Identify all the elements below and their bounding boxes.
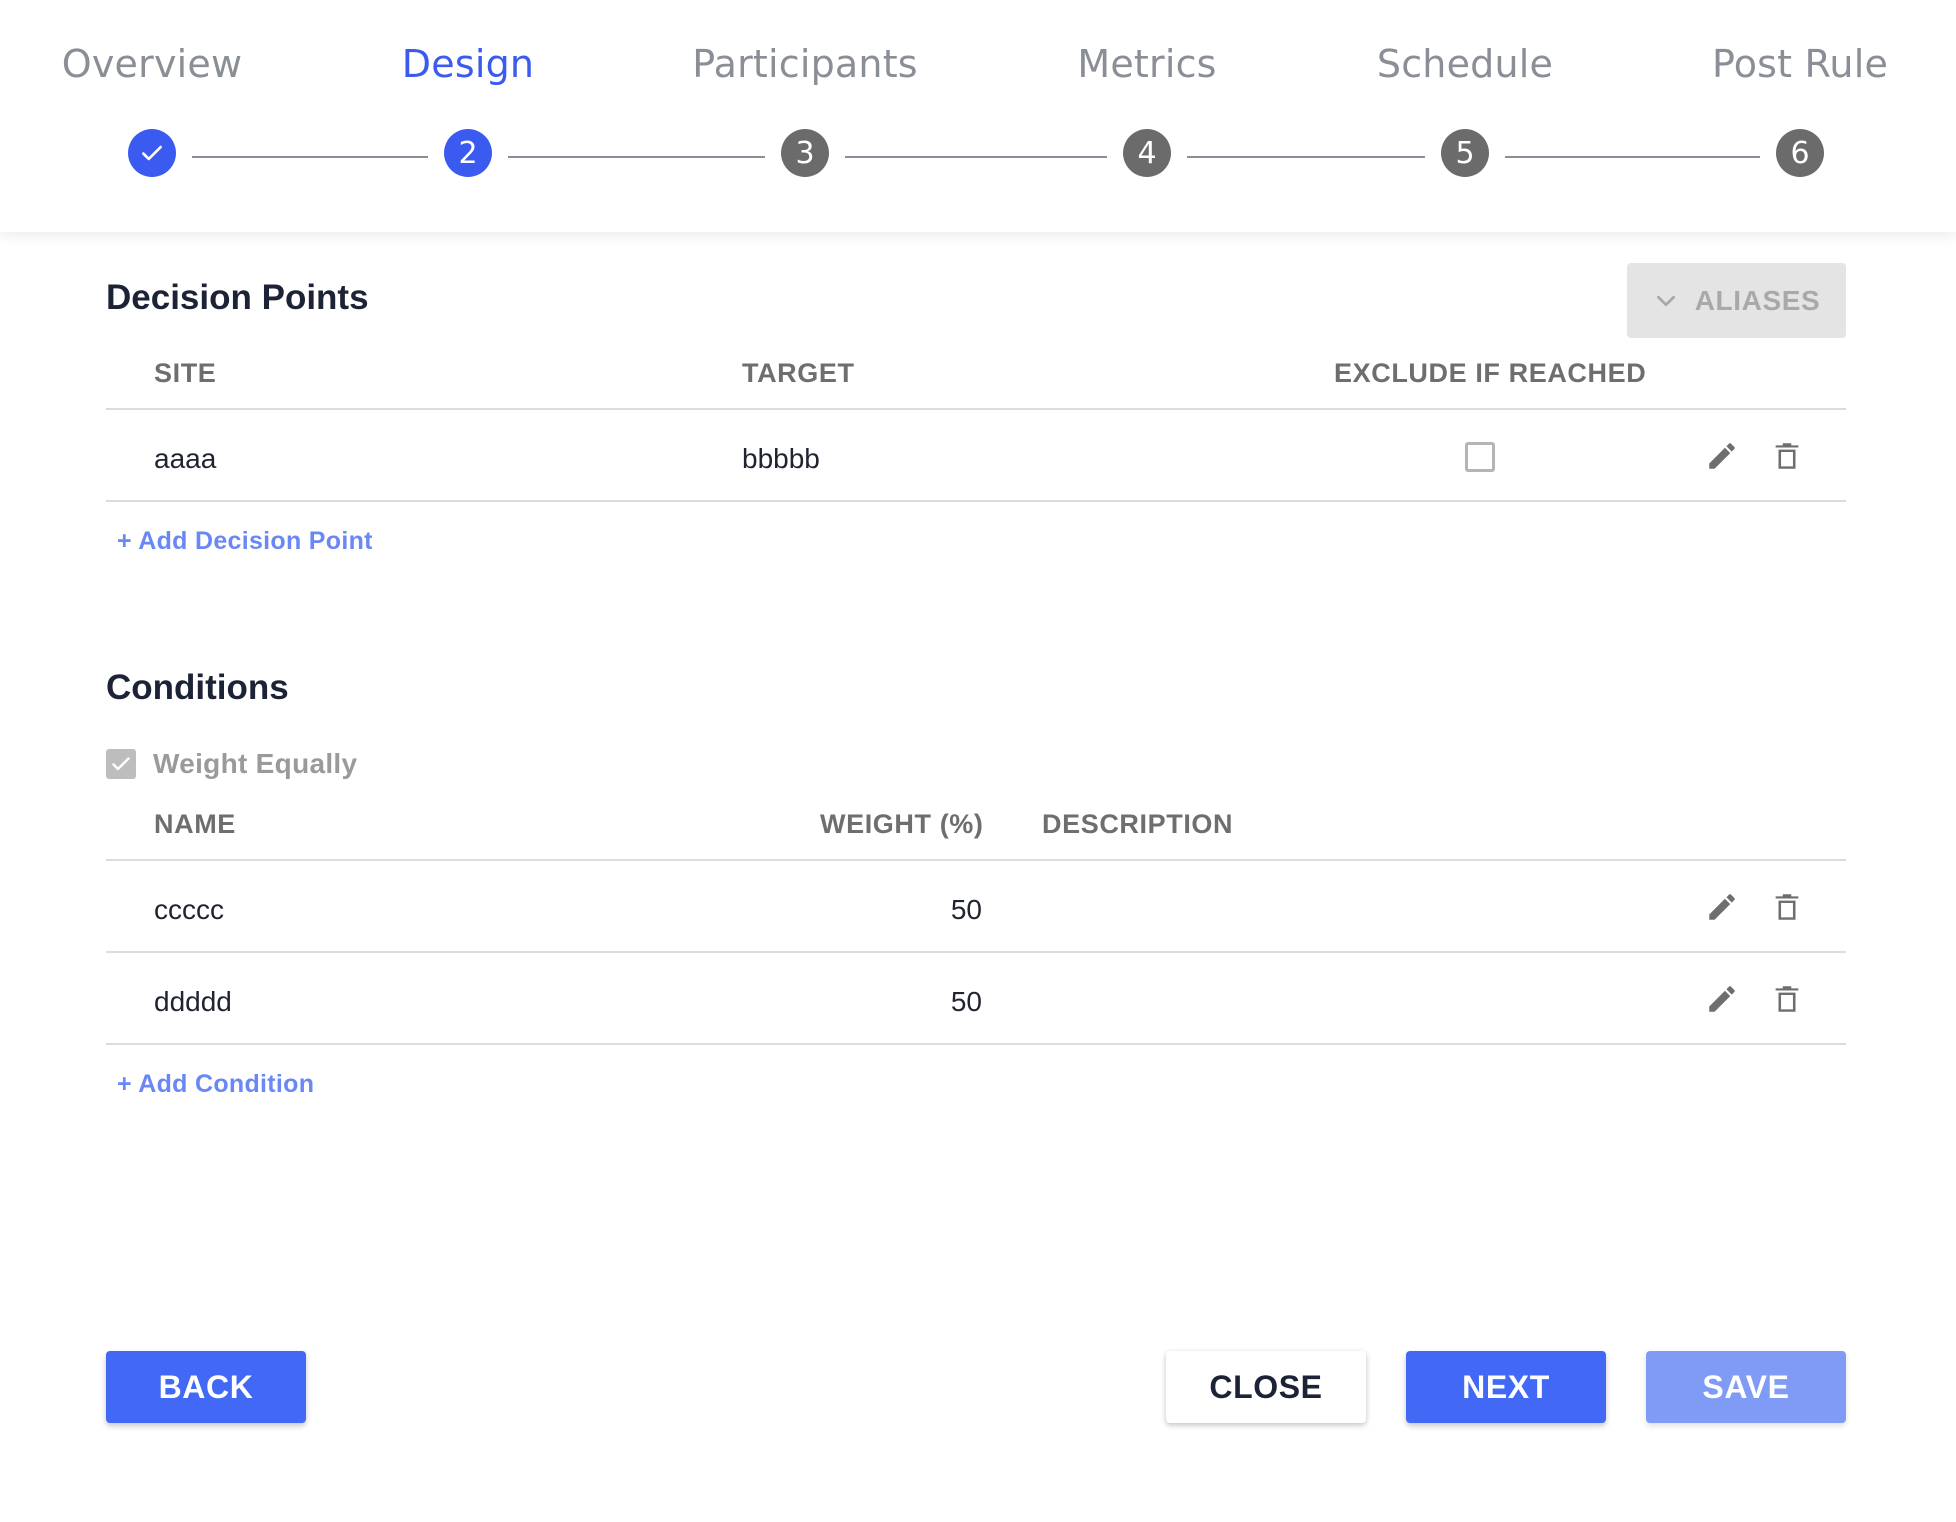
decision-points-title: Decision Points	[106, 278, 369, 317]
column-header-name: NAME	[154, 809, 236, 839]
edit-condition-button[interactable]	[1702, 887, 1742, 927]
chevron-down-icon	[1656, 295, 1675, 306]
table-divider	[106, 859, 1846, 861]
pencil-icon	[1709, 894, 1735, 920]
condition-weight: 50	[950, 986, 982, 1017]
exclude-if-reached-checkbox[interactable]	[1465, 442, 1495, 472]
step-circle-design[interactable]: 2	[444, 129, 492, 177]
close-button[interactable]: CLOSE	[1166, 1351, 1366, 1423]
add-condition-link[interactable]: + Add Condition	[117, 1070, 314, 1099]
step-connector	[1187, 156, 1425, 158]
table-divider	[106, 1043, 1846, 1045]
check-icon	[112, 757, 130, 771]
edit-decision-point-button[interactable]	[1702, 436, 1742, 476]
aliases-button[interactable]: ALIASES	[1627, 263, 1846, 338]
trash-icon	[1775, 986, 1799, 1012]
trash-icon	[1775, 894, 1799, 920]
step-connector	[1505, 156, 1760, 158]
step-label-schedule[interactable]: Schedule	[1377, 42, 1553, 86]
step-circle-overview[interactable]	[128, 129, 176, 177]
check-icon	[142, 145, 162, 161]
step-label-post-rule[interactable]: Post Rule	[1712, 42, 1888, 86]
step-label-design[interactable]: Design	[402, 42, 534, 86]
weight-equally-label: Weight Equally	[153, 748, 358, 779]
weight-equally-checkbox[interactable]	[106, 749, 136, 779]
column-header-description: DESCRIPTION	[1042, 809, 1234, 839]
save-button[interactable]: SAVE	[1646, 1351, 1846, 1423]
table-divider	[106, 408, 1846, 410]
step-circle-metrics[interactable]: 4	[1123, 129, 1171, 177]
step-circle-post-rule[interactable]: 6	[1776, 129, 1824, 177]
column-header-weight: WEIGHT (%)	[820, 809, 984, 839]
table-divider	[106, 500, 1846, 502]
next-button[interactable]: NEXT	[1406, 1351, 1606, 1423]
pencil-icon	[1709, 986, 1735, 1012]
step-circle-schedule[interactable]: 5	[1441, 129, 1489, 177]
column-header-site: SITE	[154, 358, 217, 388]
step-label-metrics[interactable]: Metrics	[1077, 42, 1216, 86]
trash-icon	[1775, 443, 1799, 469]
delete-condition-button[interactable]	[1767, 887, 1807, 927]
aliases-label: ALIASES	[1694, 284, 1821, 316]
stepper: Overview Design Participants Metrics Sch…	[0, 0, 1956, 232]
add-decision-point-link[interactable]: + Add Decision Point	[117, 527, 373, 556]
pencil-icon	[1709, 443, 1735, 469]
column-header-target: TARGET	[742, 358, 855, 388]
delete-decision-point-button[interactable]	[1767, 436, 1807, 476]
condition-weight: 50	[950, 894, 982, 925]
decision-point-target: bbbbb	[742, 443, 820, 474]
back-button[interactable]: BACK	[106, 1351, 306, 1423]
table-divider	[106, 951, 1846, 953]
delete-condition-button[interactable]	[1767, 979, 1807, 1019]
decision-point-site: aaaa	[154, 443, 217, 474]
edit-condition-button[interactable]	[1702, 979, 1742, 1019]
conditions-title: Conditions	[106, 668, 289, 707]
step-connector	[508, 156, 765, 158]
step-circle-participants[interactable]: 3	[781, 129, 829, 177]
column-header-exclude-if-reached: EXCLUDE IF REACHED	[1334, 358, 1647, 388]
condition-name: ddddd	[154, 986, 232, 1017]
condition-name: ccccc	[154, 894, 224, 925]
step-label-participants[interactable]: Participants	[692, 42, 918, 86]
step-connector	[192, 156, 428, 158]
step-connector	[845, 156, 1107, 158]
step-label-overview[interactable]: Overview	[62, 42, 243, 86]
